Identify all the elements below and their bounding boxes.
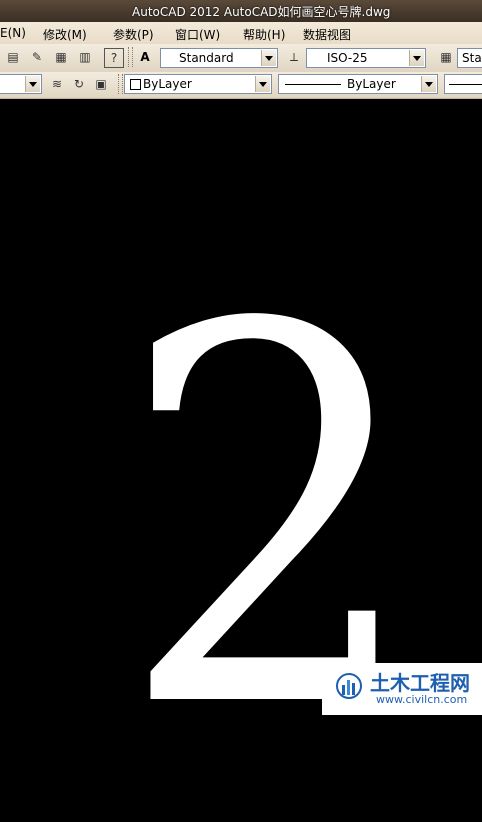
watermark: 土木工程网 www.civilcn.com [322, 663, 482, 715]
layer-previous-icon[interactable]: ↻ [70, 75, 88, 93]
chevron-down-icon[interactable] [25, 76, 40, 92]
menu-item-dataview[interactable]: 数据视图 [303, 26, 351, 43]
properties-icon[interactable]: ▤ [4, 48, 22, 66]
window-title: AutoCAD 2012 AutoCAD如何画空心号牌.dwg [132, 5, 391, 19]
color-select[interactable]: ByLayer [124, 74, 272, 94]
styles-toolbar: ▤ ✎ ▦ ▥ ? A Standard ⟂ ISO-25 ▦ Star [0, 44, 482, 73]
layer-match-icon[interactable]: ▣ [92, 75, 110, 93]
title-bar: AutoCAD 2012 AutoCAD如何画空心号牌.dwg [0, 0, 482, 22]
menu-bar: E(N) 修改(M) 参数(P) 窗口(W) 帮助(H) 数据视图 [0, 22, 482, 45]
chevron-down-icon[interactable] [255, 76, 270, 92]
watermark-url: www.civilcn.com [376, 693, 468, 706]
properties-toolbar: ≋ ↻ ▣ ByLayer ByLayer [0, 72, 482, 99]
dimension-style-icon[interactable]: ⟂ [285, 48, 303, 66]
layer-select[interactable] [0, 74, 42, 94]
text-style-icon[interactable]: A [136, 48, 154, 66]
toolbar-grip[interactable] [118, 74, 123, 94]
block-icon[interactable]: ▦ [52, 48, 70, 66]
chevron-down-icon[interactable] [261, 50, 276, 66]
menu-item-parametric[interactable]: 参数(P) [113, 26, 154, 43]
text-style-value: Standard [179, 51, 234, 65]
color-swatch [130, 79, 141, 90]
text-style-select[interactable]: Standard [160, 48, 278, 68]
lineweight-preview [449, 84, 482, 85]
linetype-select[interactable]: ByLayer [278, 74, 438, 94]
linetype-preview [285, 84, 341, 85]
linetype-value: ByLayer [347, 77, 396, 91]
toolbar-grip[interactable] [128, 47, 133, 67]
menu-item-help[interactable]: 帮助(H) [243, 26, 285, 43]
menu-item-view[interactable]: E(N) [0, 26, 26, 40]
calculator-icon[interactable]: ▥ [76, 48, 94, 66]
menu-item-window[interactable]: 窗口(W) [175, 26, 220, 43]
drawing-canvas[interactable]: 2 [0, 99, 482, 779]
chevron-down-icon[interactable] [421, 76, 436, 92]
menu-item-modify[interactable]: 修改(M) [43, 26, 87, 43]
table-style-icon[interactable]: ▦ [437, 48, 455, 66]
site-logo-icon [336, 673, 362, 699]
layer-states-icon[interactable]: ≋ [48, 75, 66, 93]
color-value: ByLayer [143, 77, 192, 91]
table-style-value: Star [462, 51, 482, 65]
help-icon[interactable]: ? [104, 48, 124, 68]
match-properties-icon[interactable]: ✎ [28, 48, 46, 66]
dim-style-value: ISO-25 [327, 51, 368, 65]
watermark-brand: 土木工程网 [370, 671, 470, 695]
lineweight-select[interactable] [444, 74, 482, 94]
dim-style-select[interactable]: ISO-25 [306, 48, 426, 68]
table-style-select[interactable]: Star [457, 48, 482, 68]
chevron-down-icon[interactable] [409, 50, 424, 66]
